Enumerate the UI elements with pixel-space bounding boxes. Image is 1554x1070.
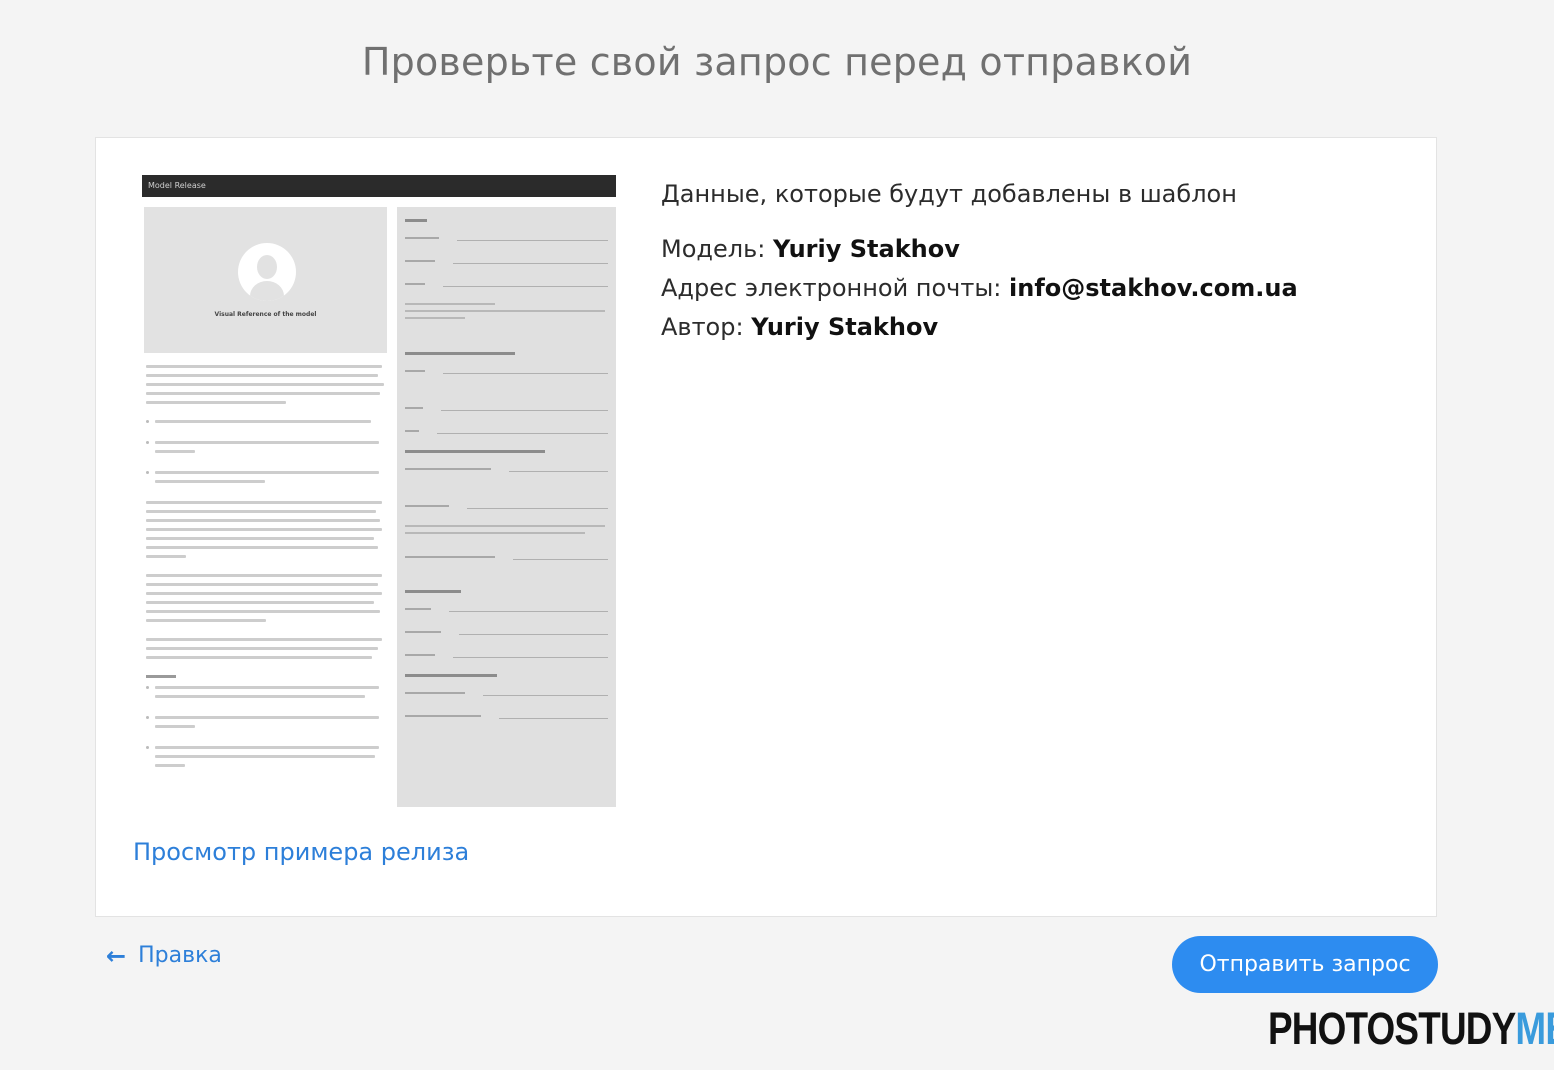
watermark-part2: ME [1515, 1003, 1554, 1054]
template-data-section: Данные, которые будут добавлены в шаблон… [661, 180, 1298, 347]
photo-caption: Visual Reference of the model [214, 311, 317, 318]
page-title: Проверьте свой запрос перед отправкой [361, 40, 1193, 84]
model-value: Yuriy Stakhov [772, 235, 960, 263]
release-form-fields [397, 207, 616, 807]
user-avatar-icon [238, 243, 296, 301]
view-sample-release-link[interactable]: Просмотр примера релиза [133, 838, 469, 866]
edit-label: Правка [138, 943, 222, 968]
email-label: Адрес электронной почты: [661, 274, 1009, 302]
submit-request-button[interactable]: Отправить запрос [1172, 936, 1438, 993]
release-terms-text [146, 365, 386, 775]
model-label: Модель: [661, 235, 773, 263]
author-label: Автор: [661, 313, 752, 341]
photostudyme-watermark: PHOTOSTUDYME [1268, 1003, 1554, 1055]
author-row: Автор: Yuriy Stakhov [661, 308, 1298, 347]
release-preview-header: Model Release [142, 175, 616, 197]
arrow-left-icon: ← [106, 941, 127, 970]
model-photo-placeholder: Visual Reference of the model [144, 207, 387, 353]
watermark-part1: PHOTOSTUDY [1268, 1003, 1516, 1054]
model-row: Модель: Yuriy Stakhov [661, 230, 1298, 269]
review-card: Model Release Visual Reference of the mo… [95, 137, 1437, 917]
release-preview-thumbnail: Model Release Visual Reference of the mo… [142, 175, 616, 807]
email-value: info@stakhov.com.ua [1009, 274, 1298, 302]
author-value: Yuriy Stakhov [751, 313, 939, 341]
template-data-heading: Данные, которые будут добавлены в шаблон [661, 180, 1237, 208]
edit-back-link[interactable]: ← Правка [106, 943, 222, 968]
email-row: Адрес электронной почты: info@stakhov.co… [661, 269, 1298, 308]
